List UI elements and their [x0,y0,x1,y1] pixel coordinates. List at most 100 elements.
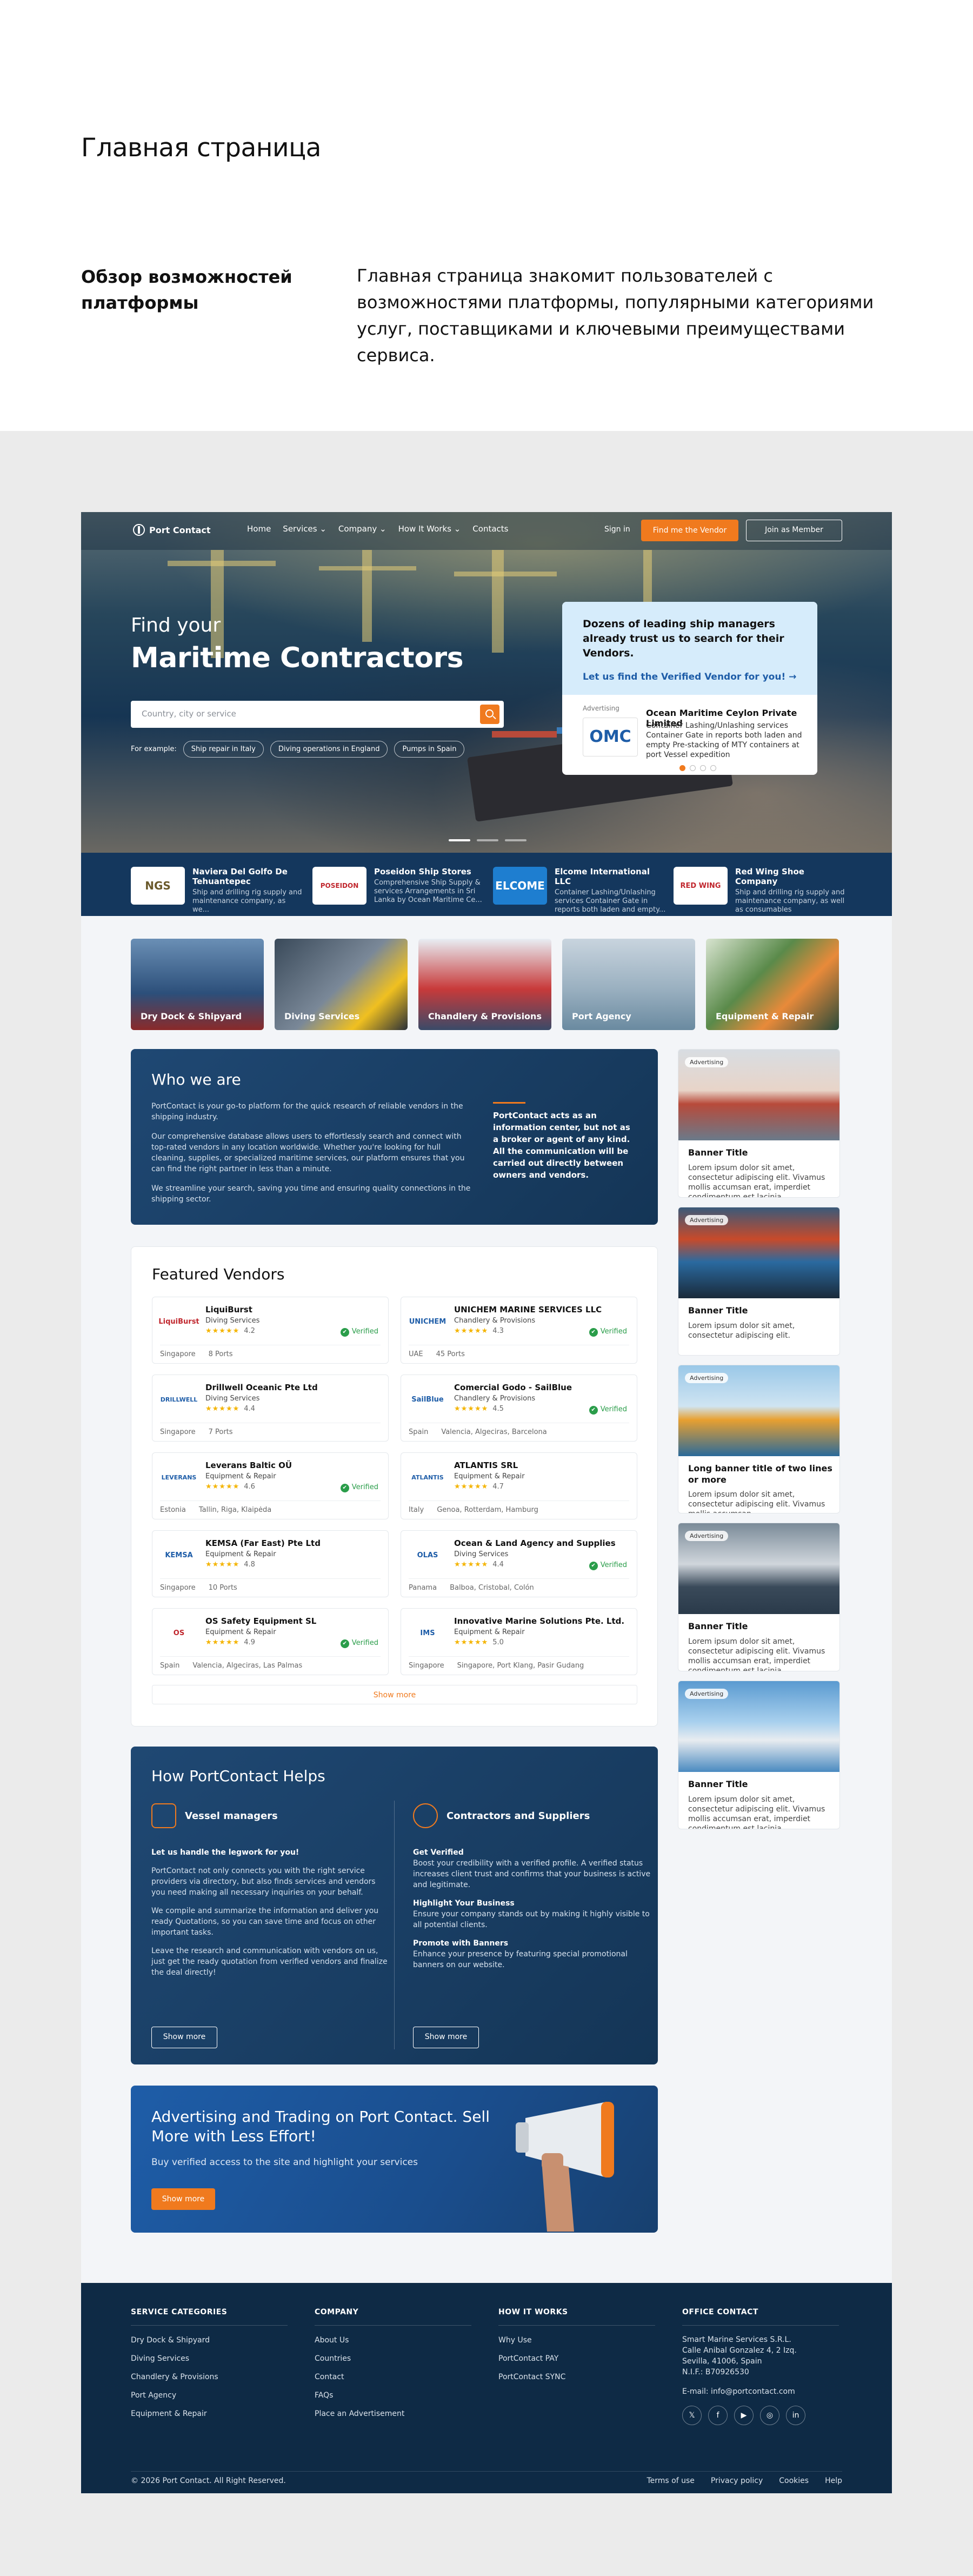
search-icon[interactable] [480,705,499,724]
ad-banner[interactable]: Advertising Banner Title Lorem ipsum dol… [678,1681,840,1829]
sponsor-card[interactable]: POSEIDON Poseidon Ship Stores Comprehensi… [312,867,485,905]
legal-link[interactable]: Help [825,2477,842,2485]
banner-title: Banner Title [688,1621,748,1631]
x-icon[interactable]: 𝕏 [682,2406,702,2425]
category-card[interactable]: Diving Services [275,939,408,1030]
show-more-button[interactable]: Show more [152,1685,637,1704]
panel-dot[interactable] [710,765,716,771]
megaphone-icon [516,2102,614,2232]
banner-title: Banner Title [688,1147,748,1158]
sponsor-card[interactable]: RED WING Red Wing Shoe Company Ship and d… [674,867,847,914]
vendor-name: UNICHEM MARINE SERVICES LLC [454,1305,602,1314]
vendor-card[interactable]: LEVERANS Leverans Baltic OÜ Equipment & … [152,1452,389,1519]
facebook-icon[interactable]: f [708,2406,728,2425]
footer-link[interactable]: Countries [315,2349,471,2368]
footer-link[interactable]: PortContact SYNC [498,2368,655,2386]
category-card[interactable]: Port Agency [562,939,695,1030]
panel-dot[interactable] [679,765,685,771]
category-card[interactable]: Dry Dock & Shipyard [131,939,264,1030]
sponsor-desc: Ship and drilling rig supply and mainten… [735,888,845,914]
search-placeholder: Country, city or service [142,709,236,719]
instagram-icon[interactable]: ◎ [760,2406,779,2425]
banner-tag: Advertising [685,1689,729,1699]
slider-dot[interactable] [505,839,527,841]
category-card[interactable]: Chandlery & Provisions [418,939,551,1030]
ad-banner[interactable]: Advertising Banner Title Lorem ipsum dol… [678,1049,840,1198]
hero-search[interactable]: Country, city or service [131,701,504,728]
vendor-footer: Singapore Singapore, Port Klang, Pasir Gu… [409,1662,584,1670]
vendor-card[interactable]: KEMSA KEMSA (Far East) Pte Ltd Equipment… [152,1530,389,1597]
ad-banner[interactable]: Advertising Long banner title of two lin… [678,1365,840,1513]
youtube-icon[interactable]: ▶ [734,2406,754,2425]
crane-graphic [362,550,372,642]
vessel-show-more-button[interactable]: Show more [151,2027,217,2048]
linkedin-icon[interactable]: in [786,2406,805,2425]
nav-home[interactable]: Home [247,524,271,534]
footer-link[interactable]: Diving Services [131,2349,288,2368]
panel-dot[interactable] [690,765,696,771]
ad-banner[interactable]: Advertising Banner Title Lorem ipsum dol… [678,1523,840,1671]
ports-text: Valencia, Algeciras, Barcelona [441,1428,547,1436]
example-chip[interactable]: Pumps in Spain [394,741,465,758]
footer-link[interactable]: Contact [315,2368,471,2386]
container-graphic [492,731,557,738]
legal-link[interactable]: Terms of use [647,2477,695,2485]
crane-graphic [454,572,557,576]
example-chip[interactable]: Diving operations in England [270,741,388,758]
nav-services[interactable]: Services ⌄ [283,524,326,534]
footer-link[interactable]: Place an Advertisement [315,2405,471,2423]
sponsor-desc: Ship and drilling rig supply and mainten… [192,888,302,914]
ad-banner[interactable]: Advertising Banner Title Lorem ipsum dol… [678,1207,840,1356]
vendor-card[interactable]: SailBlue Comercial Godo - SailBlue Chand… [401,1375,637,1442]
ports-text: 7 Ports [208,1428,233,1436]
nav-contacts[interactable]: Contacts [472,524,508,534]
office-email[interactable]: E-mail: info@portcontact.com [682,2386,839,2397]
vendor-card[interactable]: IMS Innovative Marine Solutions Pte. Ltd… [401,1608,637,1675]
column-heading: Contractors and Suppliers [446,1810,590,1822]
nav-company[interactable]: Company ⌄ [338,524,386,534]
footer-link[interactable]: Chandlery & Provisions [131,2368,288,2386]
panel-link[interactable]: Let us find the Verified Vendor for you!… [583,672,797,682]
vendor-card[interactable]: OLAS Ocean & Land Agency and Supplies Di… [401,1530,637,1597]
sponsor-name: Elcome International LLC [555,867,650,886]
vendor-footer: Spain Valencia, Algeciras, Barcelona [409,1428,547,1436]
footer-link[interactable]: PortContact PAY [498,2349,655,2368]
footer-link[interactable]: Equipment & Repair [131,2405,288,2423]
vendor-service: Equipment & Repair [205,1472,276,1480]
slider-dot[interactable] [477,839,498,841]
footer-link[interactable]: FAQs [315,2386,471,2405]
find-vendor-button[interactable]: Find me the Vendor [641,520,738,541]
slider-dot[interactable] [449,839,470,841]
footer-link[interactable]: Dry Dock & Shipyard [131,2331,288,2349]
signin-link[interactable]: Sign in [604,525,630,534]
footer-link[interactable]: Why Use [498,2331,655,2349]
gear-icon [413,1803,438,1828]
footer-link[interactable]: Port Agency [131,2386,288,2405]
panel-dot[interactable] [700,765,706,771]
vendor-card[interactable]: OS OS Safety Equipment SL Equipment & Re… [152,1608,389,1675]
nav-how-it-works[interactable]: How It Works ⌄ [398,524,461,534]
vendor-card[interactable]: UNICHEM UNICHEM MARINE SERVICES LLC Chan… [401,1297,637,1364]
vendor-service: Equipment & Repair [205,1628,276,1636]
site-logo[interactable]: Port Contact [133,524,211,536]
vendor-card[interactable]: LiquiBurst LiquiBurst Diving Services ★★… [152,1297,389,1364]
contractors-show-more-button[interactable]: Show more [413,2027,479,2048]
intro-title: Главная страница [81,133,321,163]
footer-heading: SERVICE CATEGORIES [131,2308,288,2326]
example-chip[interactable]: Ship repair in Italy [183,741,264,758]
adv-show-more-button[interactable]: Show more [151,2188,215,2210]
category-card[interactable]: Equipment & Repair [706,939,839,1030]
join-member-button[interactable]: Join as Member [746,520,842,541]
ports-text: 8 Ports [208,1350,233,1358]
vendor-rating: ★★★★★ 4.2 [205,1327,255,1335]
vendor-card[interactable]: DRILLWELL Drillwell Oceanic Pte Ltd Divi… [152,1375,389,1442]
sponsor-card[interactable]: ELCOME Elcome International LLC Container… [493,867,666,914]
vendor-name: KEMSA (Far East) Pte Ltd [205,1538,321,1548]
footer-link[interactable]: About Us [315,2331,471,2349]
adv-title: Advertising and Trading on Port Contact.… [151,2108,490,2145]
legal-link[interactable]: Cookies [779,2477,809,2485]
legal-link[interactable]: Privacy policy [711,2477,763,2485]
vendor-card[interactable]: ATLANTIS ATLANTIS SRL Equipment & Repair… [401,1452,637,1519]
crane-graphic [492,550,504,653]
sponsor-card[interactable]: NGS Naviera Del Golfo De Tehuantepec Ship… [131,867,304,914]
